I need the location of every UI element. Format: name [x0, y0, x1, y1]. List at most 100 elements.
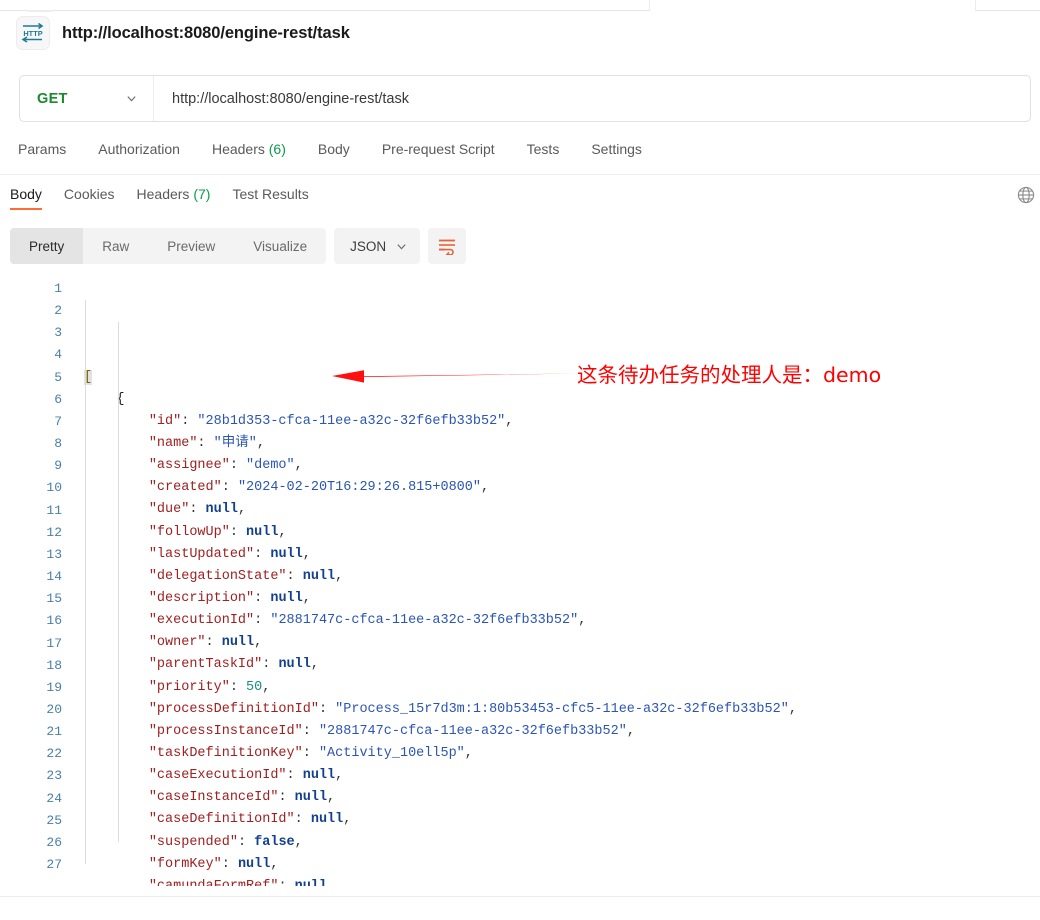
view-mode-raw[interactable]: Raw: [83, 228, 148, 264]
code-line: "delegationState": null,: [84, 566, 797, 588]
chevron-down-icon: [126, 93, 137, 104]
code-line: "assignee": "demo",: [84, 455, 797, 477]
tab-body-label: Body: [317, 141, 350, 157]
code-token: "2881747c-cfca-11ee-a32c-32f6efb33b52": [318, 723, 627, 739]
tab-body[interactable]: Body: [318, 141, 368, 157]
code-token: :: [189, 502, 206, 518]
view-mode-preview[interactable]: Preview: [148, 228, 234, 264]
tab-authorization[interactable]: Authorization: [98, 141, 198, 157]
globe-icon[interactable]: [1016, 185, 1036, 205]
code-token: "caseDefinitionId": [148, 812, 295, 828]
code-token: ,: [302, 546, 311, 562]
code-token: null: [310, 812, 344, 828]
response-tab-body[interactable]: Body: [10, 186, 42, 210]
code-token: ,: [327, 879, 335, 886]
code-token: "suspended": [148, 834, 238, 850]
request-title-row: HTTP http://localhost:8080/engine-rest/t…: [16, 16, 350, 50]
word-wrap-icon[interactable]: [428, 228, 467, 264]
view-mode-visualize[interactable]: Visualize: [234, 228, 326, 264]
tab-pre-request-script[interactable]: Pre-request Script: [382, 141, 513, 157]
code-token: ,: [343, 812, 352, 828]
tab-settings[interactable]: Settings: [591, 141, 660, 157]
tab-underline: [28, 10, 52, 12]
tab-headers-label: Headers: [211, 141, 265, 157]
code-token: :: [221, 480, 238, 496]
code-token: "camundaFormRef": [149, 879, 279, 886]
code-line: "lastUpdated": null,: [84, 544, 797, 566]
code-token: ,: [256, 436, 265, 452]
code-token: :: [286, 768, 303, 784]
http-method-label: GET: [37, 90, 68, 107]
code-token: :: [237, 834, 255, 850]
code-token: :: [262, 657, 279, 673]
response-tab-cookies-label: Cookies: [63, 186, 115, 202]
response-tab-headers-count: (7): [193, 186, 211, 202]
bottom-divider: [0, 896, 1040, 897]
tab-params[interactable]: Params: [18, 141, 84, 157]
url-input[interactable]: http://localhost:8080/engine-rest/task: [154, 91, 1030, 107]
code-token: "demo": [246, 458, 295, 474]
view-mode-pretty[interactable]: Pretty: [10, 228, 84, 264]
code-line: {: [84, 389, 797, 411]
code-token: ,: [302, 591, 311, 607]
code-token: ,: [310, 657, 319, 673]
code-token: :: [254, 546, 271, 562]
code-token: "description": [148, 591, 255, 607]
code-token: null: [278, 657, 311, 673]
response-tab-headers[interactable]: Headers (7): [137, 186, 211, 210]
code-token: null: [294, 790, 328, 806]
svg-text:HTTP: HTTP: [23, 29, 42, 38]
response-tab-cookies[interactable]: Cookies: [64, 186, 115, 210]
code-line: "camundaFormRef": null,: [84, 876, 797, 886]
code-token: ,: [788, 701, 797, 717]
code-token: ,: [294, 458, 303, 474]
line-number-gutter: 1 2 3 4 5 6 7 8 9 10 11 12 13 14 15 16 1…: [46, 281, 62, 873]
tab-settings-label: Settings: [591, 141, 642, 157]
tab-headers[interactable]: Headers (6): [212, 141, 304, 157]
code-token: "Process_15r7d3m:1:80b53453-cfc5-11ee-a3…: [335, 701, 789, 717]
tab-tests-label: Tests: [526, 141, 560, 157]
code-token: null: [205, 502, 238, 518]
code-line: "processDefinitionId": "Process_15r7d3m:…: [84, 699, 797, 721]
code-line: "caseInstanceId": null,: [84, 787, 797, 809]
code-token: "caseInstanceId": [148, 790, 279, 806]
code-token: ,: [278, 524, 287, 540]
code-line: "formKey": null,: [84, 854, 797, 876]
tab-edge-left[interactable]: [0, 0, 650, 11]
code-token: ,: [335, 768, 344, 784]
code-token: ,: [270, 856, 279, 872]
request-tabs: Params Authorization Headers (6) Body Pr…: [18, 141, 1032, 157]
code-token: ,: [480, 480, 490, 496]
http-protocol-icon: HTTP: [16, 16, 50, 50]
code-token: ,: [254, 635, 263, 651]
code-token: "lastUpdated": [148, 546, 255, 562]
code-token: :: [197, 436, 214, 452]
code-line: "due": null,: [84, 499, 797, 521]
tab-tests[interactable]: Tests: [527, 141, 578, 157]
tab-authorization-label: Authorization: [98, 141, 180, 157]
code-token: :: [278, 879, 294, 886]
code-token: null: [221, 635, 255, 651]
code-token: ,: [505, 413, 514, 429]
response-tab-test-results[interactable]: Test Results: [232, 186, 308, 210]
code-token: :: [229, 458, 247, 474]
code-line: "id": "28b1d353-cfca-11ee-a32c-32f6efb33…: [84, 411, 797, 433]
code-token: 50: [246, 679, 263, 695]
http-method-selector[interactable]: GET: [20, 76, 154, 121]
code-token: null: [302, 568, 336, 584]
body-format-selector[interactable]: JSON: [334, 228, 421, 264]
code-token: :: [229, 679, 247, 695]
response-tabs: Body Cookies Headers (7) Test Results: [10, 186, 331, 210]
code-token: "2024-02-20T16:29:26.815+0800": [237, 480, 481, 496]
code-line: "parentTaskId": null,: [84, 654, 797, 676]
annotation-arrow-icon: [332, 370, 578, 383]
tab-edge-right[interactable]: [975, 0, 1040, 11]
